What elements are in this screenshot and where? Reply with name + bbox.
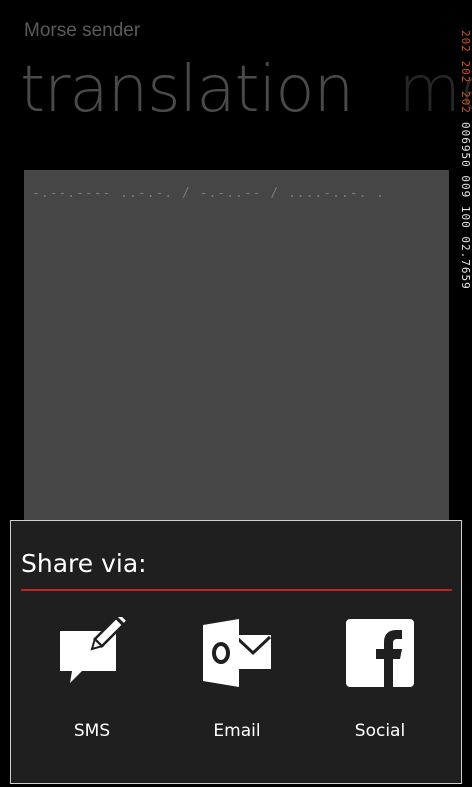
share-title: Share via:	[21, 549, 147, 578]
app-title: Morse sender	[24, 20, 141, 41]
sms-icon	[60, 617, 128, 683]
morse-code-text: -.--.---- ..-.-. / -.-..-- / ....-..-. .	[32, 186, 386, 201]
outlook-email-icon	[203, 619, 272, 687]
pivot-header: translation me	[20, 50, 472, 130]
share-social-label: Social	[354, 721, 406, 741]
pivot-tab-translation[interactable]: translation	[20, 50, 354, 130]
share-sms-button[interactable]: SMS	[32, 617, 152, 757]
share-social-button[interactable]: Social	[320, 617, 440, 757]
share-email-button[interactable]: Email	[177, 617, 297, 757]
debug-counter-white: 006950 009 100 02.7659	[459, 122, 472, 290]
debug-counter-red: 202 202 202	[459, 30, 472, 114]
share-title-underline	[21, 589, 452, 591]
app-screen: Morse sender translation me -.--.---- ..…	[0, 0, 472, 787]
share-email-label: Email	[213, 721, 261, 741]
facebook-icon	[346, 619, 414, 687]
frame-rate-counters: 202 202 202 006950 009 100 02.7659	[458, 30, 472, 390]
share-panel: Share via: SMS Email Social	[10, 520, 462, 784]
share-sms-label: SMS	[73, 721, 111, 741]
